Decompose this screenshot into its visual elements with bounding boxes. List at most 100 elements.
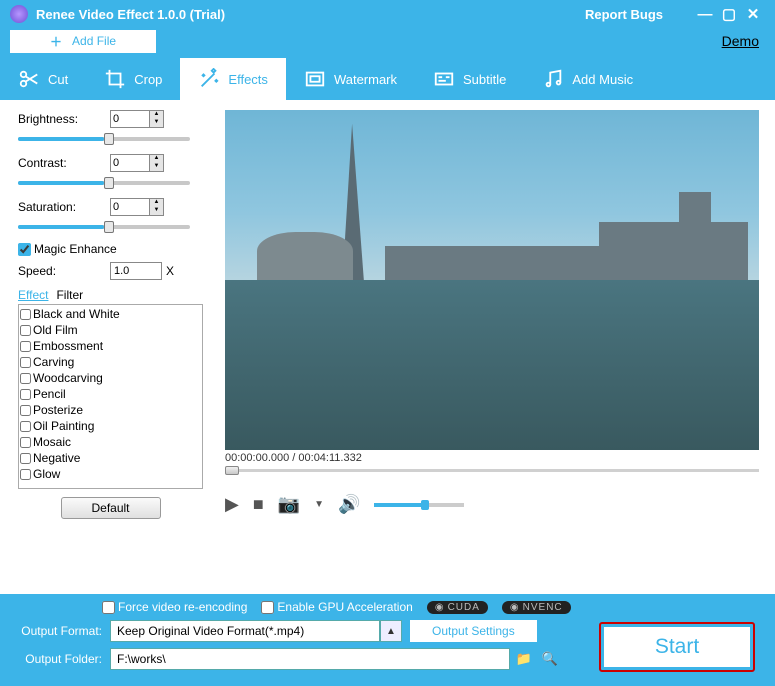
app-logo-icon [10,5,28,23]
effect-item[interactable]: Woodcarving [20,370,201,386]
effects-sidebar: Brightness:▲▼ Contrast:▲▼ Saturation:▲▼ … [0,100,215,594]
titlebar: Renee Video Effect 1.0.0 (Trial) Report … [0,0,775,28]
effect-item[interactable]: Negative [20,450,201,466]
effect-item[interactable]: Pencil [20,386,201,402]
filebar: Add File Demo [0,28,775,58]
cuda-badge: ◉ CUDA [427,601,488,614]
output-folder-label: Output Folder: [12,652,102,666]
effect-label: Carving [33,355,74,369]
saturation-input[interactable] [110,198,150,216]
gpu-accel-row[interactable]: Enable GPU Acceleration [261,600,412,614]
magic-enhance-checkbox[interactable] [18,243,31,256]
effect-label: Black and White [33,307,120,321]
brightness-input[interactable] [110,110,150,128]
nvenc-badge: ◉ NVENC [502,601,571,614]
effect-label: Negative [33,451,80,465]
wand-icon [198,68,220,90]
music-icon [542,68,564,90]
effect-checkbox[interactable] [20,405,31,416]
seek-slider[interactable] [225,466,759,476]
tab-add-music[interactable]: Add Music [524,58,651,100]
tab-watermark[interactable]: Watermark [286,58,415,100]
browse-folder-icon[interactable]: 🔍 [540,649,560,669]
gpu-accel-checkbox[interactable] [261,601,274,614]
tab-subtitle[interactable]: Subtitle [415,58,524,100]
maximize-icon[interactable]: ▢ [717,5,741,23]
effect-checkbox[interactable] [20,421,31,432]
report-bugs-link[interactable]: Report Bugs [585,7,663,22]
effect-item[interactable]: Mosaic [20,434,201,450]
effect-label: Posterize [33,403,83,417]
video-preview[interactable] [225,110,759,450]
effect-checkbox[interactable] [20,469,31,480]
start-button[interactable]: Start [604,627,750,667]
tab-crop[interactable]: Crop [86,58,180,100]
volume-slider[interactable] [374,500,464,510]
effect-checkbox[interactable] [20,341,31,352]
effect-label: Oil Painting [33,419,94,433]
magic-enhance-label: Magic Enhance [34,242,117,256]
play-icon[interactable]: ▶ [225,494,239,515]
snapshot-menu-icon[interactable]: ▼ [314,499,324,510]
effect-item[interactable]: Carving [20,354,201,370]
contrast-slider[interactable] [18,176,190,190]
output-folder-input[interactable] [110,648,510,670]
speed-suffix: X [166,264,174,278]
saturation-label: Saturation: [18,200,110,214]
effect-label: Woodcarving [33,371,103,385]
effect-checkbox[interactable] [20,373,31,384]
effect-item[interactable]: Old Film [20,322,201,338]
scissors-icon [18,68,40,90]
speed-label: Speed: [18,264,110,278]
effect-checkbox[interactable] [20,309,31,320]
preview-panel: 00:00:00.000 / 00:04:11.332 ▶ ■ 📷 ▼ 🔊 [215,100,775,594]
force-reencode-row[interactable]: Force video re-encoding [102,600,247,614]
force-reencode-checkbox[interactable] [102,601,115,614]
effect-item[interactable]: Embossment [20,338,201,354]
effects-list[interactable]: Black and White Old Film Embossment Carving… [18,304,203,489]
effect-checkbox[interactable] [20,325,31,336]
effect-label: Old Film [33,323,78,337]
brightness-slider[interactable] [18,132,190,146]
volume-icon[interactable]: 🔊 [338,494,360,515]
speed-input[interactable] [110,262,162,280]
close-icon[interactable]: ✕ [741,5,765,23]
saturation-slider[interactable] [18,220,190,234]
effect-item[interactable]: Glow [20,466,201,482]
effect-checkbox[interactable] [20,437,31,448]
effect-item[interactable]: Oil Painting [20,418,201,434]
filter-subtab[interactable]: Filter [56,288,83,302]
effect-checkbox[interactable] [20,389,31,400]
output-format-dropdown-icon[interactable]: ▲ [380,620,402,642]
saturation-spinner[interactable]: ▲▼ [150,198,164,216]
demo-link[interactable]: Demo [722,33,759,49]
effect-label: Pencil [33,387,66,401]
minimize-icon[interactable]: — [693,6,717,23]
tab-cut[interactable]: Cut [0,58,86,100]
effect-label: Mosaic [33,435,71,449]
effect-subtab[interactable]: Effect [18,288,48,302]
effect-item[interactable]: Posterize [20,402,201,418]
open-folder-icon[interactable]: 📁 [514,649,534,669]
subtitle-icon [433,68,455,90]
contrast-input[interactable] [110,154,150,172]
output-format-select[interactable] [110,620,380,642]
watermark-icon [304,68,326,90]
stop-icon[interactable]: ■ [253,494,264,515]
effect-checkbox[interactable] [20,453,31,464]
tab-effects[interactable]: Effects [180,58,286,100]
brightness-label: Brightness: [18,112,110,126]
snapshot-icon[interactable]: 📷 [278,494,300,515]
effect-checkbox[interactable] [20,357,31,368]
contrast-spinner[interactable]: ▲▼ [150,154,164,172]
brightness-spinner[interactable]: ▲▼ [150,110,164,128]
start-highlight: Start [599,622,755,672]
crop-icon [104,68,126,90]
effect-label: Embossment [33,339,103,353]
effect-item[interactable]: Black and White [20,306,201,322]
add-file-button[interactable]: Add File [10,30,156,53]
main-tabs: Cut Crop Effects Watermark Subtitle Add … [0,58,775,100]
default-button[interactable]: Default [61,497,161,519]
output-settings-button[interactable]: Output Settings [410,620,537,642]
playback-time: 00:00:00.000 / 00:04:11.332 [225,452,759,464]
